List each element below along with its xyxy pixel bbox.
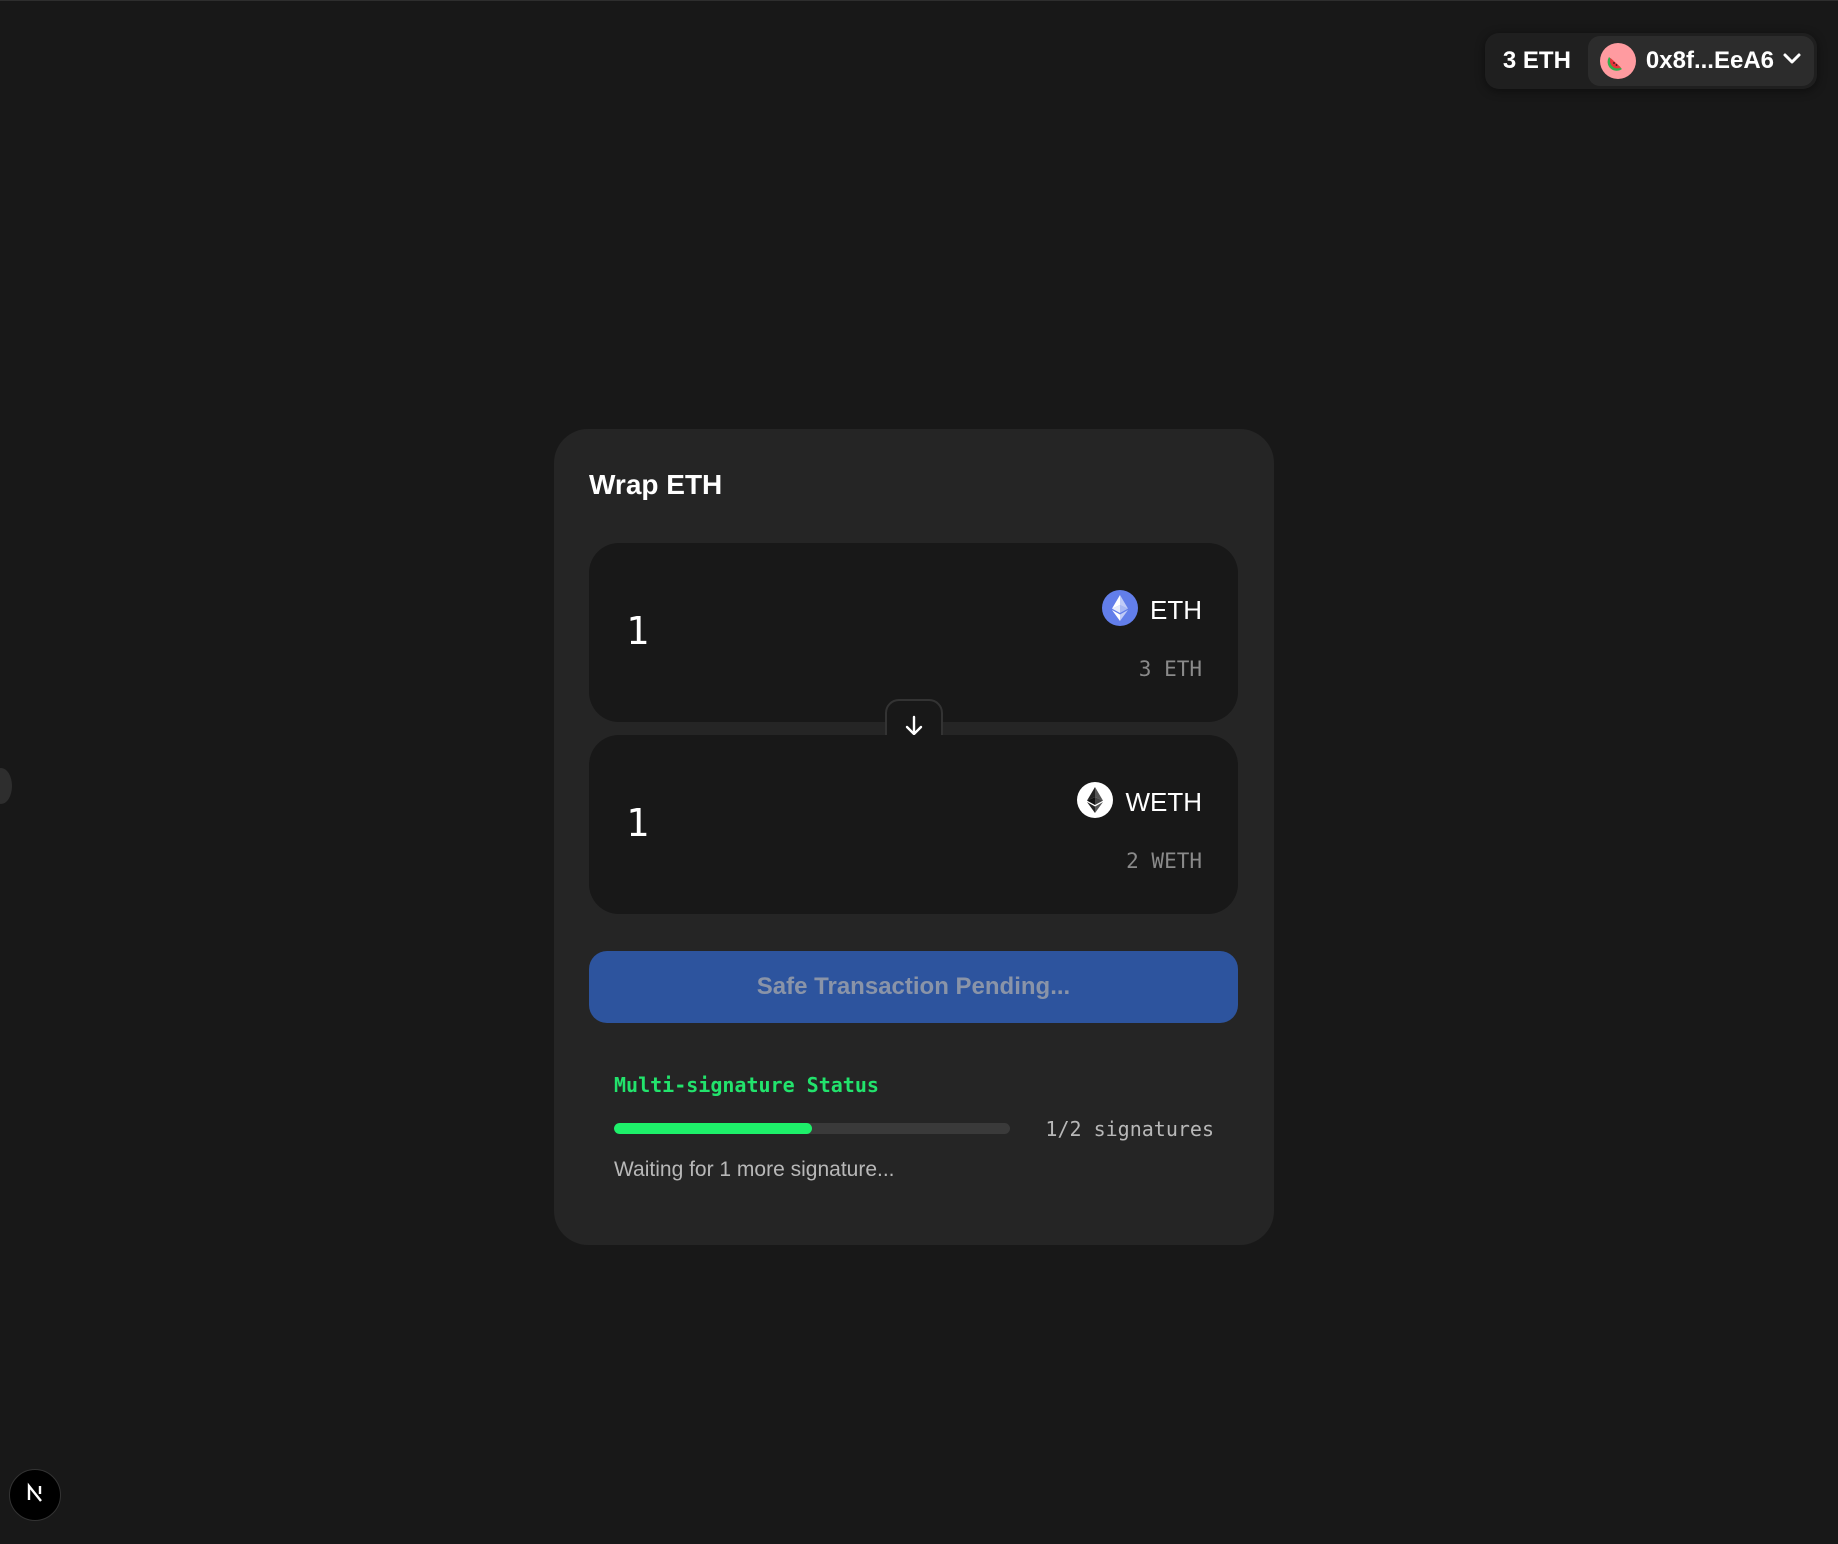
to-amount-input[interactable] [626,801,926,845]
nextjs-dev-badge[interactable] [9,1469,61,1521]
side-panel-handle[interactable] [0,768,12,804]
wallet-address: 0x8f...EeA6 [1645,47,1774,74]
account-button[interactable]: 0x8f...EeA6 [1587,36,1814,86]
to-token-name: WETH [1125,787,1202,817]
top-border [0,0,1838,1]
signature-count: 1/2 signatures [1045,1117,1214,1141]
to-panel: WETH 2 WETH [589,735,1238,914]
watermelon-icon [1599,43,1636,79]
waiting-message: Waiting for 1 more signature... [614,1158,895,1181]
signature-progress-bar [614,1123,1010,1134]
card-title: Wrap ETH [589,469,723,500]
nextjs-logo-icon [24,1482,46,1509]
wallet-balance[interactable]: 3 ETH [1485,47,1588,75]
chevron-down-icon [1782,52,1802,71]
safe-transaction-button[interactable]: Safe Transaction Pending... [589,951,1238,1023]
wrap-card: Wrap ETH ETH 3 ETH [554,429,1274,1245]
signature-progress-fill [614,1123,812,1134]
ethereum-icon [1102,590,1138,631]
from-token-balance: 3 ETH [1138,657,1202,681]
wallet-connect: 3 ETH 0x8f...EeA6 [1484,33,1817,89]
to-token-balance: 2 WETH [1126,849,1202,873]
weth-icon [1077,782,1114,823]
to-token[interactable]: WETH [1077,782,1202,823]
from-amount-input[interactable] [626,609,926,653]
from-token[interactable]: ETH [1102,590,1202,631]
from-token-name: ETH [1150,595,1202,625]
from-panel: ETH 3 ETH [589,543,1238,722]
multisig-status-label: Multi-signature Status [614,1073,879,1097]
